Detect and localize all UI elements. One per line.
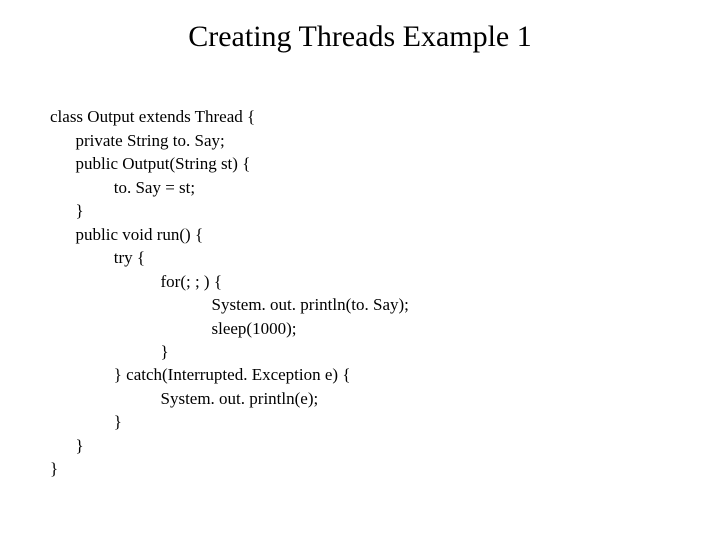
code-line: } catch(Interrupted. Exception e) {	[50, 365, 351, 384]
code-line: }	[50, 412, 122, 431]
code-line: System. out. println(e);	[50, 389, 318, 408]
code-line: to. Say = st;	[50, 178, 195, 197]
code-line: }	[50, 459, 58, 478]
code-line: class Output extends Thread {	[50, 107, 255, 126]
code-line: }	[50, 436, 84, 455]
code-line: }	[50, 342, 169, 361]
code-line: }	[50, 201, 84, 220]
code-block: class Output extends Thread { private St…	[0, 82, 720, 504]
slide-title: Creating Threads Example 1	[0, 20, 720, 54]
code-line: try {	[50, 248, 145, 267]
code-line: public void run() {	[50, 225, 203, 244]
code-line: private String to. Say;	[50, 131, 225, 150]
code-line: for(; ; ) {	[50, 272, 222, 291]
code-line: public Output(String st) {	[50, 154, 250, 173]
code-line: System. out. println(to. Say);	[50, 295, 409, 314]
code-line: sleep(1000);	[50, 319, 296, 338]
slide: Creating Threads Example 1 class Output …	[0, 0, 720, 540]
